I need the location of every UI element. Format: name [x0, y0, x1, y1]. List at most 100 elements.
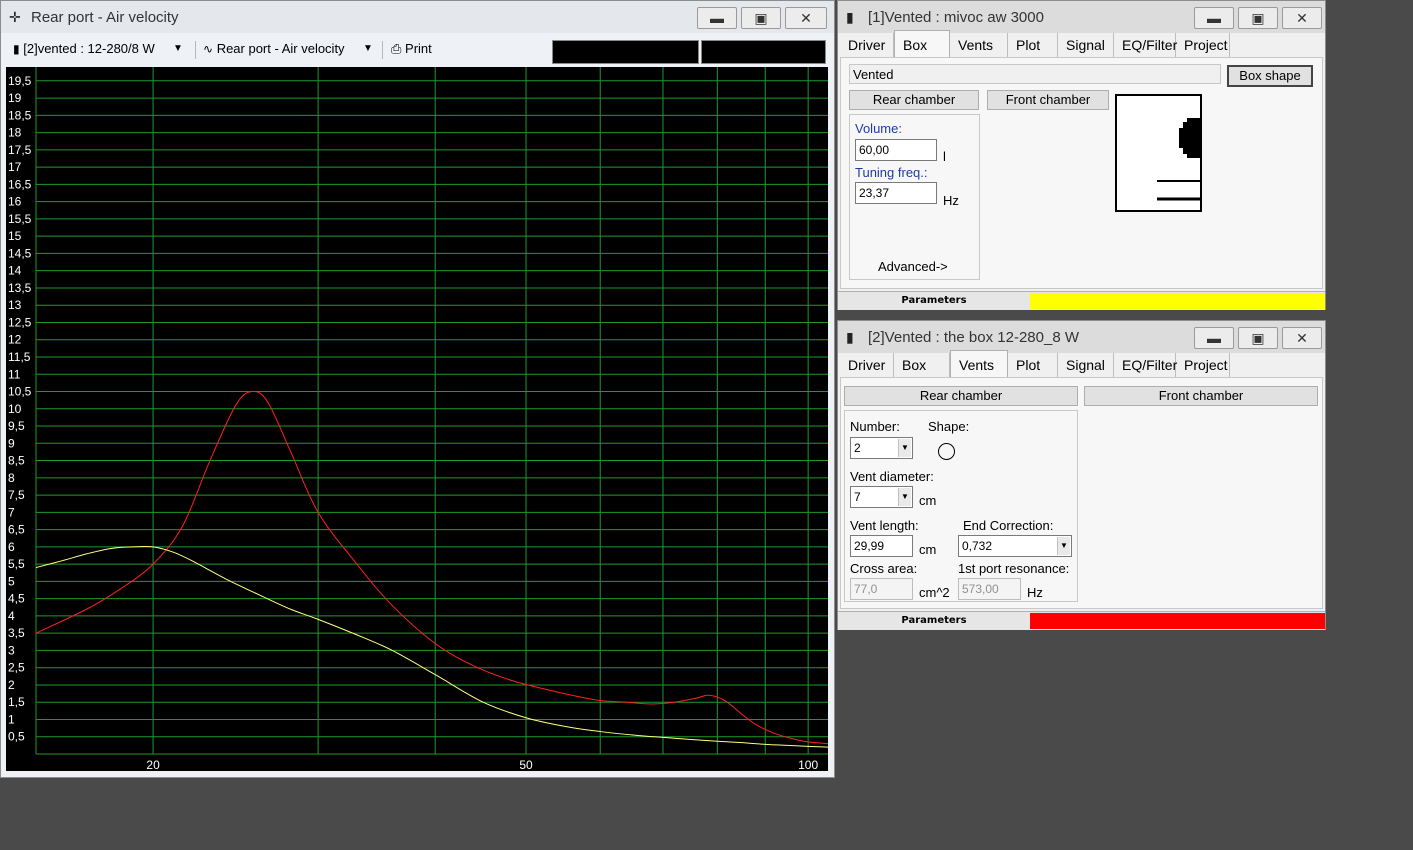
port-resonance-field: 573,00	[958, 578, 1021, 600]
maximize-icon: ▣	[754, 10, 768, 26]
box-select[interactable]: ▮ [2]vented : 12-280/8 W ▼	[13, 38, 189, 60]
minimize-button[interactable]: ▬	[1194, 7, 1234, 29]
minimize-button[interactable]: ▬	[1194, 327, 1234, 349]
end-correction-select[interactable]: 0,732 ▼	[958, 535, 1072, 557]
advanced-link[interactable]: Advanced->	[878, 259, 948, 274]
maximize-button[interactable]: ▣	[741, 7, 781, 29]
tab-signal[interactable]: Signal	[1058, 33, 1114, 57]
y-tick-label: 6	[8, 540, 15, 554]
crosshair-icon: ✛	[9, 9, 21, 25]
tab-box[interactable]: Box	[894, 353, 950, 377]
vent-diameter-select[interactable]: 7 ▼	[850, 486, 913, 508]
print-button[interactable]: ⎙ Print	[391, 38, 451, 60]
y-tick-label: 5,5	[8, 557, 25, 571]
box-type-field[interactable]: Vented	[849, 64, 1221, 84]
box-icon: ▮	[846, 329, 854, 345]
tab-driver[interactable]: Driver	[840, 353, 894, 377]
tab-vents[interactable]: Vents	[950, 350, 1008, 378]
y-tick-label: 12,5	[8, 315, 32, 329]
graph-window-title: Rear port - Air velocity	[31, 9, 179, 26]
toolbar-separator	[195, 41, 196, 59]
readout-box-right	[701, 40, 826, 64]
maximize-button[interactable]: ▣	[1238, 327, 1278, 349]
chevron-down-icon: ▼	[363, 43, 373, 54]
tab-box[interactable]: Box	[894, 30, 950, 58]
print-label: Print	[405, 41, 432, 56]
y-tick-label: 10	[8, 402, 22, 416]
vent-diameter-unit: cm	[919, 493, 937, 508]
tuning-input[interactable]: 23,37	[855, 182, 937, 204]
window1-title: [1]Vented : mivoc aw 3000	[868, 9, 1044, 26]
y-tick-label: 17	[8, 160, 22, 174]
y-tick-label: 15,5	[8, 212, 32, 226]
y-tick-label: 19	[8, 91, 22, 105]
tab-eq-filter[interactable]: EQ/Filter	[1114, 353, 1177, 377]
y-tick-label: 1	[8, 712, 15, 726]
y-tick-label: 18,5	[8, 108, 32, 122]
status-label: Parameters	[901, 615, 967, 626]
close-button[interactable]: ✕	[1282, 327, 1322, 349]
port-resonance-label: 1st port resonance:	[958, 561, 1070, 576]
end-correction-value: 0,732	[962, 539, 993, 553]
shape-label: Shape:	[928, 419, 970, 434]
y-tick-label: 14,5	[8, 246, 32, 260]
box-shape-button[interactable]: Box shape	[1227, 65, 1313, 87]
y-tick-label: 7	[8, 505, 15, 519]
y-tick-label: 4,5	[8, 592, 25, 606]
y-tick-label: 9,5	[8, 419, 25, 433]
tab-content: Rear chamber Front chamber Number: 2 ▼ S…	[840, 377, 1323, 609]
close-button[interactable]: ✕	[1282, 7, 1322, 29]
y-tick-label: 6,5	[8, 523, 25, 537]
y-tick-label: 10,5	[8, 385, 32, 399]
tab-project[interactable]: Project	[1176, 33, 1230, 57]
minimize-icon: ▬	[1207, 10, 1221, 26]
y-tick-label: 14	[8, 264, 22, 278]
y-tick-label: 13	[8, 298, 22, 312]
y-tick-label: 15	[8, 229, 22, 243]
vent-diameter-value: 7	[854, 490, 861, 504]
close-icon: ✕	[1296, 10, 1308, 26]
vent-length-input[interactable]: 29,99	[850, 535, 913, 557]
tab-project[interactable]: Project	[1176, 353, 1230, 377]
y-tick-label: 17,5	[8, 143, 32, 157]
maximize-icon: ▣	[1251, 10, 1265, 26]
tab-content: Vented Box shape Rear chamber Front cham…	[840, 57, 1323, 289]
front-chamber-button[interactable]: Front chamber	[987, 90, 1109, 110]
graph-window: ✛ Rear port - Air velocity ▬ ▣ ✕ ▮ [2]ve…	[0, 0, 835, 778]
tab-eq-filter[interactable]: EQ/Filter	[1114, 33, 1177, 57]
box-icon: ▮	[846, 9, 854, 25]
tab-signal[interactable]: Signal	[1058, 353, 1114, 377]
circle-shape-icon[interactable]	[938, 443, 955, 460]
port-resonance-unit: Hz	[1027, 585, 1043, 600]
air-velocity-chart[interactable]: 0,511,522,533,544,555,566,577,588,599,51…	[6, 67, 828, 771]
maximize-button[interactable]: ▣	[1238, 7, 1278, 29]
tab-plot[interactable]: Plot	[1008, 33, 1058, 57]
minimize-button[interactable]: ▬	[697, 7, 737, 29]
cross-area-label: Cross area:	[850, 561, 918, 576]
number-label: Number:	[850, 419, 900, 434]
close-button[interactable]: ✕	[785, 7, 827, 29]
rear-chamber-button[interactable]: Rear chamber	[844, 386, 1078, 406]
plot-select[interactable]: ∿ Rear port - Air velocity ▼	[203, 38, 375, 60]
x-tick-label: 100	[798, 758, 818, 771]
x-tick-label: 50	[519, 758, 533, 771]
number-select[interactable]: 2 ▼	[850, 437, 913, 459]
y-tick-label: 5	[8, 574, 15, 588]
graph-titlebar[interactable]: ✛ Rear port - Air velocity ▬ ▣ ✕	[1, 1, 834, 33]
vented-window-1: ▮ [1]Vented : mivoc aw 3000 ▬ ▣ ✕ Driver…	[837, 0, 1326, 310]
volume-unit: l	[943, 149, 946, 164]
rear-chamber-button[interactable]: Rear chamber	[849, 90, 979, 110]
front-chamber-button[interactable]: Front chamber	[1084, 386, 1318, 406]
cross-area-unit: cm^2	[919, 585, 950, 600]
window1-titlebar[interactable]: ▮ [1]Vented : mivoc aw 3000 ▬ ▣ ✕	[838, 1, 1325, 33]
volume-input[interactable]: 60,00	[855, 139, 937, 161]
y-tick-label: 2	[8, 678, 15, 692]
minimize-icon: ▬	[1207, 330, 1221, 346]
tab-driver[interactable]: Driver	[840, 33, 894, 57]
vent-length-unit: cm	[919, 542, 937, 557]
window2-titlebar[interactable]: ▮ [2]Vented : the box 12-280_8 W ▬ ▣ ✕	[838, 321, 1325, 353]
tab-plot[interactable]: Plot	[1008, 353, 1058, 377]
window2-statusbar: Parameters	[838, 611, 1325, 630]
tab-vents[interactable]: Vents	[950, 33, 1008, 57]
y-tick-label: 19,5	[8, 74, 32, 88]
